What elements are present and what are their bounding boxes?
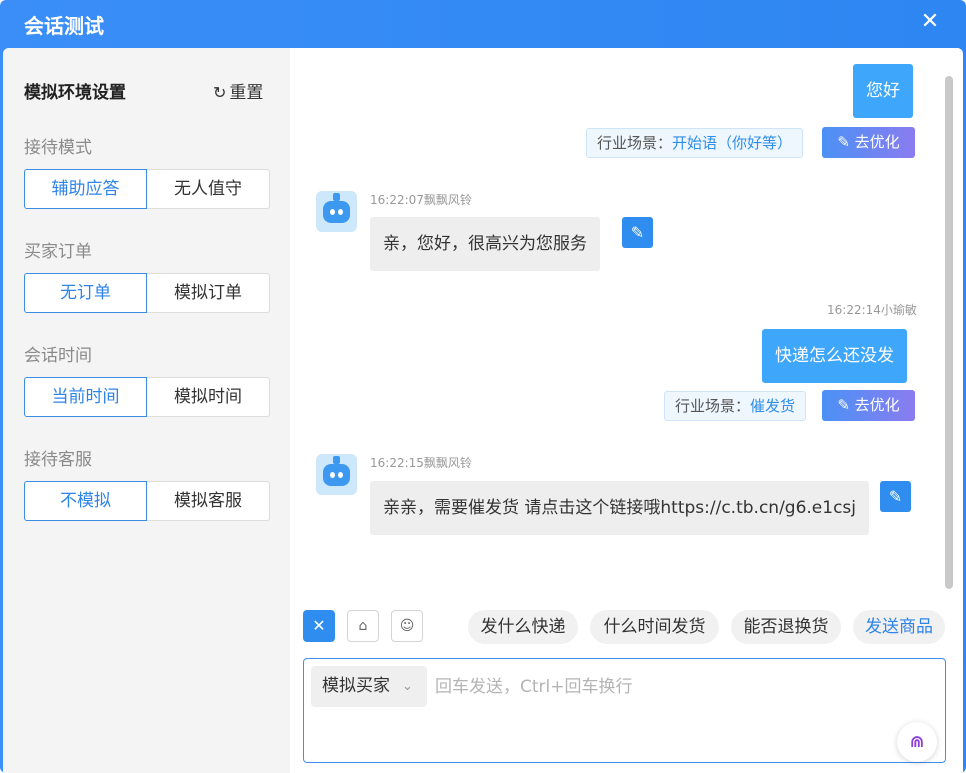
buyer-order-switch: 无订单 模拟订单 xyxy=(24,273,270,313)
option-no-mock-agent[interactable]: 不模拟 xyxy=(24,481,147,521)
group-label-session-time: 会话时间 xyxy=(24,346,92,366)
message-meta: 16:22:07飘飘风铃 xyxy=(370,193,472,207)
chat-test-dialog: 会话测试 ✕ 模拟环境设置 ↻ 重置 接待模式 辅助应答 无人值守 买家订单 无订… xyxy=(0,0,966,773)
tag-icon[interactable]: ⌂ xyxy=(347,610,379,642)
option-mock-order[interactable]: 模拟订单 xyxy=(147,273,270,313)
sidebar-heading: 模拟环境设置 xyxy=(24,83,126,103)
session-time-switch: 当前时间 模拟时间 xyxy=(24,377,270,417)
optimize-label: 去优化 xyxy=(854,133,900,151)
edit-icon[interactable]: ✎ xyxy=(880,481,911,512)
group-label-buyer-order: 买家订单 xyxy=(24,242,92,262)
dialog-body: 模拟环境设置 ↻ 重置 接待模式 辅助应答 无人值守 买家订单 无订单 模拟订单 … xyxy=(3,48,963,773)
message-meta: 16:22:15飘飘风铃 xyxy=(370,456,472,470)
message-input[interactable] xyxy=(435,666,915,707)
close-icon[interactable]: ✕ xyxy=(916,8,944,36)
scene-tag: 行业场景：开始语（你好等） xyxy=(586,128,804,158)
scene-value: 开始语（你好等） xyxy=(672,134,793,152)
group-label-agent: 接待客服 xyxy=(24,450,92,470)
chat-messages[interactable]: 您好 行业场景：开始语（你好等） ✎ 去优化 16:22:07飘飘风铃 亲，您好… xyxy=(290,48,963,596)
send-product-button[interactable]: 发送商品 xyxy=(853,610,945,644)
scene-tag: 行业场景：催发货 xyxy=(664,391,807,421)
reception-mode-switch: 辅助应答 无人值守 xyxy=(24,169,270,209)
scene-value: 催发货 xyxy=(750,397,796,415)
chat-scrollbar[interactable] xyxy=(945,76,953,589)
bot-icon[interactable]: ☺ xyxy=(391,610,423,642)
assistant-icon[interactable]: ⋒ xyxy=(897,722,937,762)
chevron-down-icon: ⌄ xyxy=(402,679,413,694)
scene-label: 行业场景： xyxy=(675,397,751,415)
settings-sidebar: 模拟环境设置 ↻ 重置 接待模式 辅助应答 无人值守 买家订单 无订单 模拟订单 … xyxy=(3,48,290,773)
message-meta: 16:22:14小瑜敏 xyxy=(827,303,917,317)
quick-reply-chip[interactable]: 发什么快递 xyxy=(468,610,578,644)
magic-wand-icon: ✎ xyxy=(837,133,850,151)
message-bubble-bot: 亲，您好，很高兴为您服务 xyxy=(370,217,600,271)
message-composer: 模拟买家 ⌄ ⋒ xyxy=(303,658,946,763)
message-bubble-buyer: 快递怎么还没发 xyxy=(762,329,907,383)
quick-reply-chip[interactable]: 能否退换货 xyxy=(731,610,841,644)
group-label-reception-mode: 接待模式 xyxy=(24,138,92,158)
title-bar: 会话测试 ✕ xyxy=(0,0,966,48)
message-bubble-buyer: 您好 xyxy=(853,64,913,118)
agent-switch: 不模拟 模拟客服 xyxy=(24,481,270,521)
quick-reply-chip[interactable]: 什么时间发货 xyxy=(590,610,719,644)
magic-wand-icon: ✎ xyxy=(837,396,850,414)
bot-avatar xyxy=(316,191,357,232)
dialog-title: 会话测试 xyxy=(24,14,104,38)
scene-label: 行业场景： xyxy=(597,134,673,152)
message-bubble-bot: 亲亲，需要催发货 请点击这个链接哦https://c.tb.cn/g6.e1cs… xyxy=(370,481,870,535)
optimize-button[interactable]: ✎ 去优化 xyxy=(822,390,915,421)
role-select-value: 模拟买家 xyxy=(322,676,390,696)
role-select[interactable]: 模拟买家 ⌄ xyxy=(311,666,427,707)
reset-label: 重置 xyxy=(229,83,264,103)
option-current-time[interactable]: 当前时间 xyxy=(24,377,147,417)
edit-icon[interactable]: ✎ xyxy=(622,217,653,248)
refresh-icon: ↻ xyxy=(213,83,227,102)
option-mock-agent[interactable]: 模拟客服 xyxy=(147,481,270,521)
option-assist-reply[interactable]: 辅助应答 xyxy=(24,169,147,209)
optimize-button[interactable]: ✎ 去优化 xyxy=(822,127,915,158)
option-mock-time[interactable]: 模拟时间 xyxy=(147,377,270,417)
reset-button[interactable]: ↻ 重置 xyxy=(213,78,263,103)
optimize-label: 去优化 xyxy=(854,396,900,414)
close-icon[interactable]: ✕ xyxy=(303,610,335,642)
option-unattended[interactable]: 无人值守 xyxy=(147,169,270,209)
bot-avatar xyxy=(316,454,357,495)
option-no-order[interactable]: 无订单 xyxy=(24,273,147,313)
